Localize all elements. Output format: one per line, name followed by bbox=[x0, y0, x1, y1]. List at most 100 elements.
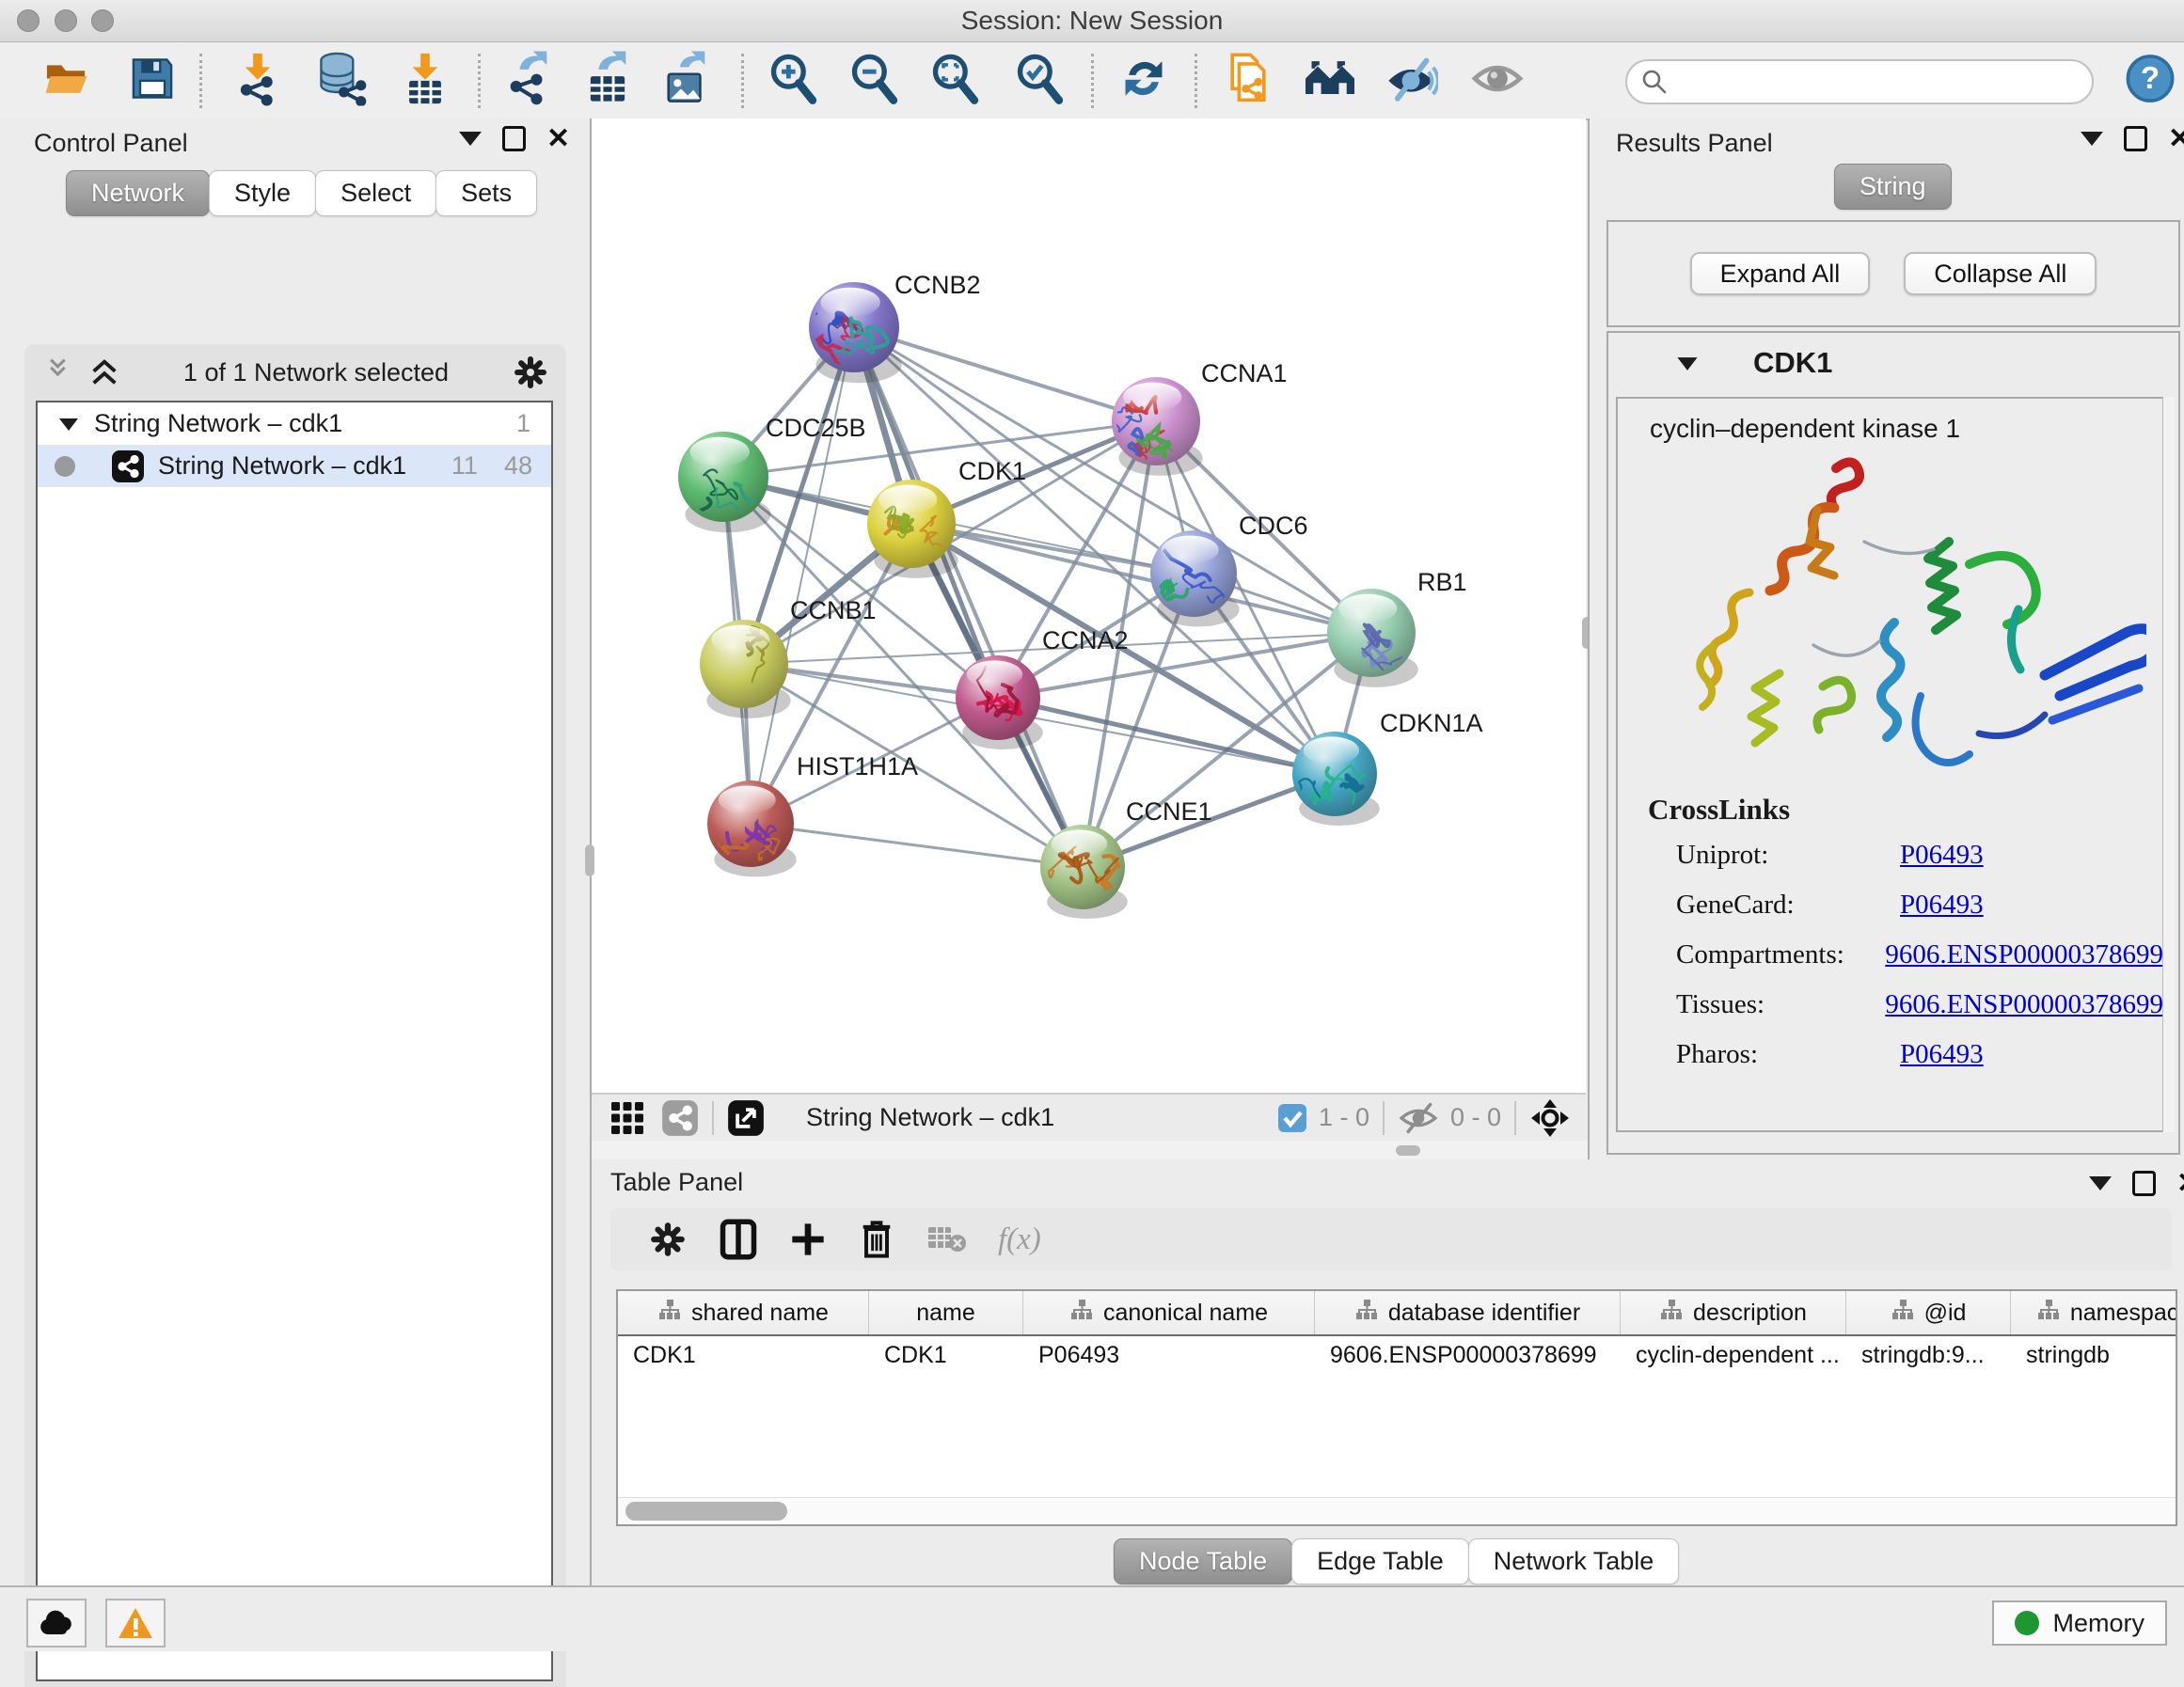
control-tab-select[interactable]: Select bbox=[315, 170, 436, 216]
results-panel-float-icon[interactable] bbox=[2124, 126, 2147, 151]
show-columns-icon[interactable] bbox=[720, 1219, 757, 1260]
add-column-icon[interactable] bbox=[789, 1221, 827, 1258]
column-label: name bbox=[916, 1300, 975, 1327]
table-panel-close-icon[interactable]: ✕ bbox=[2176, 1174, 2184, 1194]
network-node-CCNA1[interactable]: CCNA1 bbox=[1101, 359, 1288, 476]
open-folder-icon[interactable] bbox=[40, 54, 92, 107]
crosslink-row: Uniprot:P06493 bbox=[1676, 840, 2163, 871]
control-tab-network[interactable]: Network bbox=[66, 170, 210, 216]
column-header-description[interactable]: description bbox=[1621, 1291, 1846, 1334]
network-edge[interactable] bbox=[854, 327, 1083, 867]
collapse-all-button[interactable]: Collapse All bbox=[1904, 252, 2097, 295]
zoom-fit-icon[interactable] bbox=[928, 52, 979, 109]
section-collapse-icon[interactable] bbox=[1676, 355, 1699, 372]
column-header-shared-name[interactable]: shared name bbox=[618, 1291, 869, 1334]
zoom-out-icon[interactable] bbox=[847, 52, 898, 109]
network-edge[interactable] bbox=[998, 698, 1335, 774]
network-node-CCNE1[interactable]: CCNE1 bbox=[1040, 797, 1212, 919]
expand-all-button[interactable]: Expand All bbox=[1690, 252, 1871, 295]
network-tree-root-row[interactable]: String Network – cdk1 1 bbox=[38, 402, 551, 445]
network-node-CDKN1A[interactable]: CDKN1A bbox=[1275, 709, 1483, 826]
network-node-HIST1H1A[interactable]: HIST1H1A bbox=[702, 752, 918, 876]
clone-network-icon[interactable] bbox=[1223, 50, 1274, 111]
cloud-status-button[interactable] bbox=[26, 1599, 87, 1648]
control-tab-style[interactable]: Style bbox=[209, 170, 316, 216]
column-header-database-identifier[interactable]: database identifier bbox=[1315, 1291, 1621, 1334]
zoom-selected-icon[interactable] bbox=[1013, 52, 1064, 109]
table-row[interactable]: CDK1CDK1P064939606.ENSP00000378699cyclin… bbox=[618, 1336, 2176, 1374]
birdseye-view-icon[interactable] bbox=[727, 1099, 765, 1137]
export-table-icon[interactable] bbox=[582, 51, 633, 110]
table-panel-float-icon[interactable] bbox=[2132, 1171, 2156, 1196]
network-node-RB1[interactable]: RB1 bbox=[1327, 568, 1467, 687]
table-tab-edge-table[interactable]: Edge Table bbox=[1291, 1538, 1469, 1585]
import-table-icon[interactable] bbox=[400, 51, 451, 110]
network-node-CDK1[interactable]: CDK1 bbox=[867, 457, 1026, 578]
network-options-gear-icon[interactable] bbox=[512, 354, 549, 391]
help-icon[interactable]: ? bbox=[2126, 54, 2175, 107]
pan-crosshair-icon[interactable] bbox=[1529, 1097, 1571, 1139]
toolbar-search-input[interactable] bbox=[1625, 59, 2094, 104]
network-node-CCNB1[interactable]: CCNB1 bbox=[700, 596, 877, 718]
results-scrollbar[interactable] bbox=[2162, 397, 2175, 1132]
table-tab-node-table[interactable]: Node Table bbox=[1114, 1538, 1292, 1585]
gene-section-header[interactable]: CDK1 bbox=[1608, 333, 2178, 393]
control-panel-menu-icon[interactable] bbox=[459, 132, 482, 146]
network-badge-icon[interactable] bbox=[661, 1099, 699, 1137]
crosslink-link[interactable]: P06493 bbox=[1900, 840, 1984, 871]
results-panel-menu-icon[interactable] bbox=[2081, 132, 2103, 146]
node-label-CCNB1: CCNB1 bbox=[790, 596, 877, 624]
network-edge[interactable] bbox=[854, 327, 1156, 421]
hide-selected-eye-slash-icon[interactable] bbox=[1384, 54, 1438, 107]
delete-column-icon[interactable] bbox=[859, 1219, 894, 1260]
network-node-CDC6[interactable]: CDC6 bbox=[1138, 512, 1308, 626]
column-header-name[interactable]: name bbox=[869, 1291, 1023, 1334]
network-canvas[interactable]: CCNB2CCNA1CDC25BCDK1CDC6RB1CCNB1CCNA2CDK… bbox=[592, 118, 1586, 1093]
network-node-CCNB2[interactable]: CCNB2 bbox=[799, 271, 980, 389]
crosslink-link[interactable]: P06493 bbox=[1900, 1039, 1984, 1070]
table-panel-menu-icon[interactable] bbox=[2089, 1176, 2112, 1190]
show-all-networks-icon[interactable] bbox=[1302, 54, 1358, 107]
selected-checkbox-icon[interactable] bbox=[1277, 1103, 1307, 1133]
crosslink-link[interactable]: 9606.ENSP00000378699 bbox=[1885, 989, 2163, 1020]
results-tab-string[interactable]: String bbox=[1834, 164, 1952, 210]
control-tab-sets[interactable]: Sets bbox=[435, 170, 537, 216]
warnings-button[interactable] bbox=[105, 1599, 166, 1648]
column-type-icon bbox=[1659, 1298, 1684, 1329]
node-label-CDC25B: CDC25B bbox=[766, 414, 866, 442]
zoom-in-icon[interactable] bbox=[767, 52, 817, 109]
column-header-@id[interactable]: @id bbox=[1846, 1291, 2011, 1334]
column-header-canonical-name[interactable]: canonical name bbox=[1023, 1291, 1315, 1334]
collapse-all-icon[interactable] bbox=[43, 356, 75, 388]
memory-button[interactable]: Memory bbox=[1992, 1600, 2167, 1646]
crosslink-link[interactable]: 9606.ENSP00000378699 bbox=[1885, 939, 2163, 970]
crosslinks-list: Uniprot:P06493GeneCard:P06493Compartment… bbox=[1676, 840, 2163, 1070]
import-network-database-icon[interactable] bbox=[313, 51, 368, 110]
export-network-icon[interactable] bbox=[503, 51, 554, 110]
table-options-gear-icon[interactable] bbox=[648, 1220, 688, 1259]
expand-all-icon[interactable] bbox=[88, 356, 120, 388]
show-eye-icon[interactable] bbox=[1470, 55, 1525, 105]
table-tab-network-table[interactable]: Network Table bbox=[1468, 1538, 1680, 1585]
table-horizontal-scrollbar[interactable] bbox=[618, 1497, 2176, 1524]
network-edge[interactable] bbox=[911, 524, 1371, 633]
crosslink-link[interactable]: P06493 bbox=[1900, 890, 1984, 921]
column-header-namespace[interactable]: namespace bbox=[2011, 1291, 2177, 1334]
network-edge[interactable] bbox=[751, 327, 854, 824]
network-tree-item-row[interactable]: String Network – cdk1 11 48 bbox=[38, 445, 551, 487]
results-panel-close-icon[interactable]: ✕ bbox=[2168, 129, 2184, 150]
apply-layout-refresh-icon[interactable] bbox=[1117, 52, 1170, 109]
export-image-icon[interactable] bbox=[661, 51, 712, 110]
scrollbar-thumb[interactable] bbox=[625, 1502, 787, 1521]
network-edge[interactable] bbox=[751, 824, 1083, 867]
network-edge[interactable] bbox=[854, 327, 1371, 633]
tree-collapse-icon[interactable] bbox=[58, 416, 79, 433]
control-panel-float-icon[interactable] bbox=[502, 126, 526, 151]
import-network-file-icon[interactable] bbox=[232, 51, 283, 110]
control-panel-close-icon[interactable]: ✕ bbox=[546, 129, 570, 150]
splitter-handle-bottom[interactable] bbox=[1396, 1145, 1420, 1156]
network-edge[interactable] bbox=[723, 477, 1194, 574]
save-session-icon[interactable] bbox=[128, 54, 177, 107]
grid-view-icon[interactable] bbox=[609, 1099, 646, 1137]
splitter-handle-left[interactable] bbox=[585, 844, 594, 876]
